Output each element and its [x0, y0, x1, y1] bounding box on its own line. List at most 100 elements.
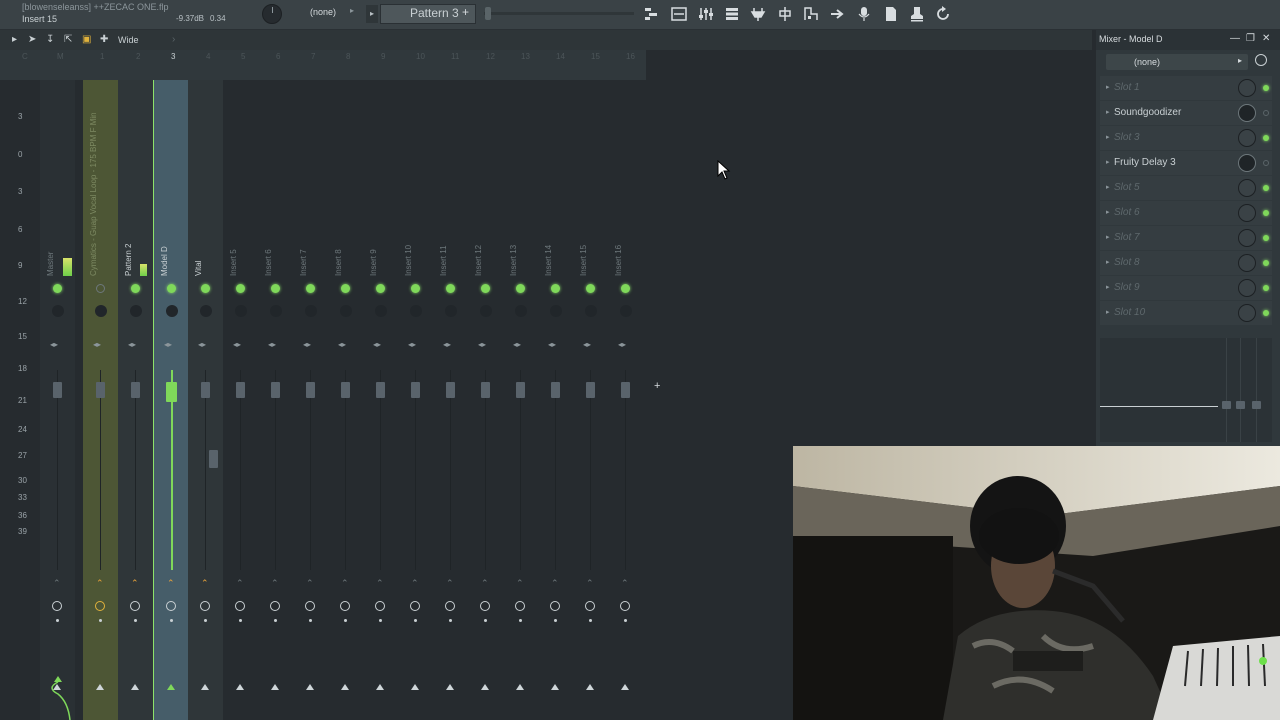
send-fader[interactable]: [209, 450, 218, 468]
route-icon[interactable]: ⌃: [516, 578, 524, 589]
channel-enable-led[interactable]: [236, 284, 245, 293]
slot-enable-led[interactable]: [1263, 310, 1269, 316]
pan-knob[interactable]: [130, 305, 142, 317]
route-icon[interactable]: ⌃: [306, 578, 314, 589]
send-arrow-icon[interactable]: [411, 684, 419, 690]
channel-dot[interactable]: [344, 619, 347, 622]
pan-knob[interactable]: [480, 305, 492, 317]
pan-knob[interactable]: [270, 305, 282, 317]
volume-fader[interactable]: [53, 382, 62, 398]
pan-knob[interactable]: [410, 305, 422, 317]
volume-fader[interactable]: [586, 382, 595, 398]
route-icon[interactable]: ⌃: [621, 578, 629, 589]
slot-enable-led[interactable]: [1263, 210, 1269, 216]
mixer-channel[interactable]: Pattern 2 ◂▸ ⌃: [118, 80, 153, 720]
effect-slot[interactable]: ▸ Slot 7: [1100, 226, 1272, 250]
volume-fader[interactable]: [236, 382, 245, 398]
volume-fader[interactable]: [341, 382, 350, 398]
channel-enable-led[interactable]: [481, 284, 490, 293]
send-arrow-icon[interactable]: [341, 684, 349, 690]
send-arrow-icon[interactable]: [621, 684, 629, 690]
channel-dot[interactable]: [519, 619, 522, 622]
clock-icon[interactable]: [305, 601, 315, 611]
playlist-icon[interactable]: [668, 4, 690, 24]
pan-knob[interactable]: [52, 305, 64, 317]
send-arrow-icon[interactable]: [96, 684, 104, 690]
mix-knob[interactable]: [1238, 304, 1256, 322]
pattern-scroll-handle[interactable]: [485, 7, 491, 20]
clock-icon[interactable]: [375, 601, 385, 611]
clock-icon[interactable]: [445, 601, 455, 611]
add-icon[interactable]: ✚: [100, 34, 108, 45]
mix-knob[interactable]: [1238, 79, 1256, 97]
channel-dot[interactable]: [170, 619, 173, 622]
pan-knob[interactable]: [340, 305, 352, 317]
volume-fader[interactable]: [271, 382, 280, 398]
pan-knob[interactable]: [620, 305, 632, 317]
pan-knob[interactable]: [585, 305, 597, 317]
channel-enable-led[interactable]: [271, 284, 280, 293]
mixer-channel[interactable]: Insert 8 ◂▸ ⌃: [328, 80, 363, 720]
channel-dot[interactable]: [554, 619, 557, 622]
mixer-channel[interactable]: Insert 5 ◂▸ ⌃: [223, 80, 258, 720]
mixer-channel[interactable]: Model D ◂▸ ⌃: [153, 80, 188, 720]
effect-slot[interactable]: ▸ Slot 1: [1100, 76, 1272, 100]
route-icon[interactable]: ⌃: [551, 578, 559, 589]
pattern-play-icon[interactable]: ▸: [366, 5, 378, 23]
stereo-separation-icon[interactable]: ◂▸: [233, 340, 241, 349]
pan-knob[interactable]: [95, 305, 107, 317]
send-arrow-icon[interactable]: [516, 684, 524, 690]
send-arrow-icon[interactable]: [201, 684, 209, 690]
channel-enable-led[interactable]: [306, 284, 315, 293]
eq-low-fader[interactable]: [1222, 401, 1231, 409]
channel-rack-icon[interactable]: [721, 4, 743, 24]
volume-fader[interactable]: [201, 382, 210, 398]
layout-icon[interactable]: ▣: [82, 34, 91, 45]
route-icon[interactable]: ⌃: [96, 578, 104, 589]
mixer-layout-label[interactable]: Wide: [118, 35, 139, 45]
channel-dot[interactable]: [56, 619, 59, 622]
volume-fader[interactable]: [411, 382, 420, 398]
browser-icon[interactable]: [774, 4, 796, 24]
snap-selector[interactable]: (none): [310, 7, 336, 17]
clock-icon[interactable]: [585, 601, 595, 611]
mix-knob[interactable]: [1238, 254, 1256, 272]
slot-enable-led[interactable]: [1263, 110, 1269, 116]
channel-enable-led[interactable]: [551, 284, 560, 293]
mixer-channel[interactable]: Insert 11 ◂▸ ⌃: [433, 80, 468, 720]
mixer-channel[interactable]: Insert 15 ◂▸ ⌃: [573, 80, 608, 720]
send-arrow-icon[interactable]: [167, 684, 175, 690]
stereo-separation-icon[interactable]: ◂▸: [618, 340, 626, 349]
mixer-channel[interactable]: Insert 14 ◂▸ ⌃: [538, 80, 573, 720]
minimize-icon[interactable]: —: [1230, 33, 1240, 44]
stereo-separation-icon[interactable]: ◂▸: [373, 340, 381, 349]
route-icon[interactable]: ⌃: [376, 578, 384, 589]
volume-fader[interactable]: [131, 382, 140, 398]
clock-icon[interactable]: [340, 601, 350, 611]
slot-enable-led[interactable]: [1263, 235, 1269, 241]
send-arrow-icon[interactable]: [446, 684, 454, 690]
volume-fader[interactable]: [306, 382, 315, 398]
channel-dot[interactable]: [449, 619, 452, 622]
effect-slot[interactable]: ▸ Slot 10: [1100, 301, 1272, 325]
mixer-channel[interactable]: Insert 9 ◂▸ ⌃: [363, 80, 398, 720]
send-arrow-icon[interactable]: [376, 684, 384, 690]
volume-fader[interactable]: [166, 382, 177, 402]
channel-dot[interactable]: [309, 619, 312, 622]
stereo-separation-icon[interactable]: ◂▸: [128, 340, 136, 349]
channel-dot[interactable]: [589, 619, 592, 622]
add-pattern-button[interactable]: +: [462, 5, 469, 19]
mixer-channel[interactable]: Insert 6 ◂▸ ⌃: [258, 80, 293, 720]
clock-icon[interactable]: [410, 601, 420, 611]
clock-icon[interactable]: [235, 601, 245, 611]
channel-dot[interactable]: [99, 619, 102, 622]
clock-icon[interactable]: [550, 601, 560, 611]
route-icon[interactable]: ⌃: [411, 578, 419, 589]
slot-enable-led[interactable]: [1263, 85, 1269, 91]
stereo-separation-icon[interactable]: ◂▸: [583, 340, 591, 349]
channel-dot[interactable]: [484, 619, 487, 622]
send-arrow-icon[interactable]: [586, 684, 594, 690]
mixer-channel[interactable]: Master ◂▸ ⌃: [40, 80, 75, 720]
stereo-separation-icon[interactable]: ◂▸: [198, 340, 206, 349]
slot-enable-led[interactable]: [1263, 160, 1269, 166]
